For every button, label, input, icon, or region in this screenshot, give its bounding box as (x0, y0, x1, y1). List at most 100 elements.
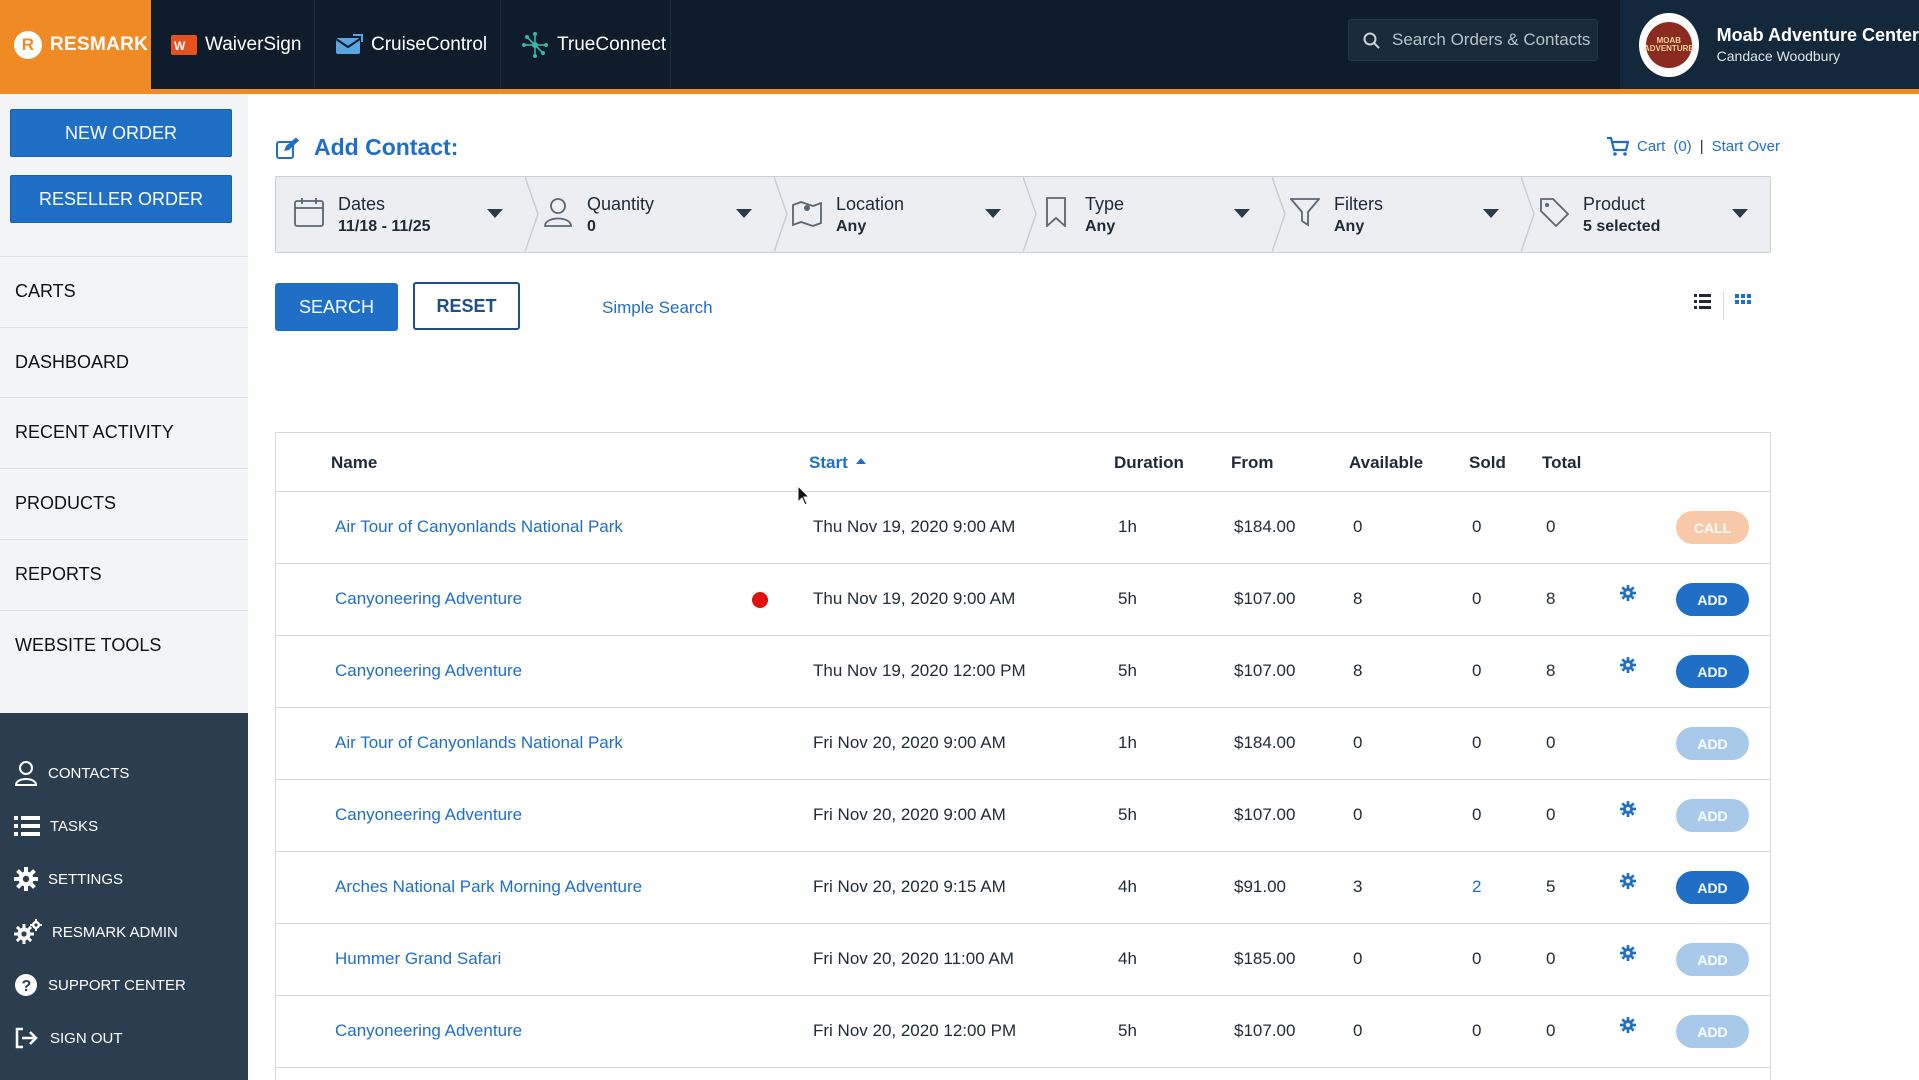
product-name-link[interactable]: Air Tour of Canyonlands National Park (335, 517, 623, 537)
global-search-input[interactable] (1392, 30, 1592, 50)
sidebar-item-sign-out[interactable]: SIGN OUT (14, 1023, 123, 1053)
page-title: Add Contact: (276, 134, 458, 161)
column-header-from[interactable]: From (1231, 453, 1274, 473)
sidebar-item-label: TASKS (50, 817, 99, 835)
filter-quantity[interactable]: Quantity 0 (525, 177, 774, 252)
table-row: Arches National Park Morning Adventure Fr… (276, 851, 1770, 924)
sold-cell[interactable]: 2 (1472, 877, 1481, 897)
sidebar-item-reports[interactable]: REPORTS (0, 539, 248, 609)
column-header-duration[interactable]: Duration (1114, 453, 1184, 473)
gear-icon[interactable] (1620, 1017, 1636, 1033)
gear-icon[interactable] (1620, 873, 1636, 889)
filter-location[interactable]: Location Any (774, 177, 1023, 252)
filter-dates[interactable]: Dates 11/18 - 11/25 (276, 177, 525, 252)
sidebar-item-carts[interactable]: CARTS (0, 256, 248, 326)
add-button[interactable]: ADD (1676, 1015, 1749, 1048)
filter-value: Any (1334, 218, 1365, 235)
cruisecontrol-icon (335, 33, 363, 54)
sidebar-item-dashboard[interactable]: DASHBOARD (0, 327, 248, 397)
cart-label[interactable]: Cart (1637, 138, 1665, 155)
gear-icon[interactable] (1620, 945, 1636, 961)
list-icon (14, 816, 40, 836)
gear-icon[interactable] (1620, 657, 1636, 673)
price-cell: $185.00 (1234, 949, 1296, 968)
chevron-down-icon (1483, 209, 1499, 218)
available-cell: 0 (1353, 805, 1363, 824)
account-menu[interactable]: MOAB ADVENTURE Moab Adventure Center Cand… (1620, 0, 1919, 89)
product-name-link[interactable]: Canyoneering Adventure (335, 661, 522, 681)
grid-view-icon[interactable] (1735, 294, 1752, 309)
sidebar-item-website-tools[interactable]: WEBSITE TOOLS (0, 610, 248, 680)
filter-product[interactable]: Product 5 selected (1521, 177, 1770, 252)
call-button[interactable]: CALL (1676, 511, 1749, 544)
filter-value: 11/18 - 11/25 (338, 218, 431, 235)
person-icon (544, 198, 572, 227)
column-header-available[interactable]: Available (1349, 453, 1423, 473)
product-name-link[interactable]: Canyoneering Adventure (335, 1021, 522, 1041)
filter-type[interactable]: Type Any (1023, 177, 1272, 252)
add-button[interactable]: ADD (1676, 655, 1749, 688)
column-header-sold[interactable]: Sold (1469, 453, 1506, 473)
available-cell: 8 (1353, 589, 1363, 608)
total-cell: 0 (1546, 949, 1556, 968)
status-dot-icon (752, 592, 768, 608)
waiversign-icon: W (171, 34, 197, 55)
start-time-cell: Fri Nov 20, 2020 9:15 AM (813, 877, 1006, 896)
reseller-order-button[interactable]: RESELLER ORDER (10, 175, 232, 223)
avatar: MOAB ADVENTURE (1639, 12, 1699, 77)
list-view-icon[interactable] (1694, 294, 1711, 309)
app-tab-waiversign[interactable]: W WaiverSign (151, 0, 315, 89)
app-tab-trueconnect[interactable]: TrueConnect (501, 0, 671, 89)
duration-cell: 5h (1118, 805, 1137, 824)
reset-button[interactable]: RESET (413, 282, 520, 330)
search-button[interactable]: SEARCH (275, 283, 398, 331)
product-name-link[interactable]: Canyoneering Adventure (335, 589, 522, 609)
sidebar-item-contacts[interactable]: CONTACTS (14, 758, 129, 788)
total-cell: 0 (1546, 733, 1556, 752)
add-button[interactable]: ADD (1676, 871, 1749, 904)
view-toggle-divider (1723, 292, 1724, 320)
gear-icon[interactable] (1620, 801, 1636, 817)
map-icon (792, 201, 822, 227)
chevron-down-icon (1732, 209, 1748, 218)
filter-filters[interactable]: Filters Any (1272, 177, 1521, 252)
app-tab-cruisecontrol[interactable]: CruiseControl (315, 0, 501, 89)
start-over-link[interactable]: Start Over (1712, 138, 1780, 155)
price-cell: $107.00 (1234, 661, 1296, 680)
duration-cell: 4h (1118, 877, 1137, 896)
add-button[interactable]: ADD (1676, 583, 1749, 616)
column-header-start[interactable]: Start (809, 453, 866, 473)
new-order-button[interactable]: NEW ORDER (10, 109, 232, 157)
column-header-name[interactable]: Name (331, 453, 377, 473)
available-cell: 0 (1353, 733, 1363, 752)
product-name-link[interactable]: Arches National Park Morning Adventure (335, 877, 642, 897)
filter-label: Product (1583, 194, 1646, 214)
product-name-link[interactable]: Air Tour of Canyonlands National Park (335, 733, 623, 753)
sidebar-item-settings[interactable]: SETTINGS (14, 864, 123, 894)
add-button[interactable]: ADD (1676, 727, 1749, 760)
add-button[interactable]: ADD (1676, 943, 1749, 976)
simple-search-link[interactable]: Simple Search (602, 298, 713, 318)
chevron-down-icon (736, 209, 752, 218)
sold-cell: 0 (1472, 589, 1482, 608)
column-header-total[interactable]: Total (1542, 453, 1581, 473)
global-search[interactable] (1348, 19, 1598, 61)
sidebar-item-resmark-admin[interactable]: RESMARK ADMIN (14, 917, 178, 947)
add-button[interactable]: ADD (1676, 799, 1749, 832)
start-time-cell: Fri Nov 20, 2020 9:00 AM (813, 805, 1006, 824)
product-name-link[interactable]: Canyoneering Adventure (335, 805, 522, 825)
funnel-icon (1290, 198, 1320, 227)
filter-label: Dates (338, 194, 386, 214)
app-tab-label: WaiverSign (205, 33, 302, 55)
gear-icon[interactable] (1620, 585, 1636, 601)
sidebar-item-tasks[interactable]: TASKS (14, 811, 98, 841)
svg-text:W: W (174, 39, 186, 53)
product-name-link[interactable]: Hummer Grand Safari (335, 949, 501, 969)
sidebar-item-products[interactable]: PRODUCTS (0, 468, 248, 538)
resmark-brand[interactable]: R RESMARK (0, 0, 151, 89)
total-cell: 0 (1546, 1021, 1556, 1040)
sidebar-item-recent-activity[interactable]: RECENT ACTIVITY (0, 397, 248, 467)
sidebar-item-support-center[interactable]: ? SUPPORT CENTER (14, 970, 186, 1000)
total-cell: 8 (1546, 661, 1556, 680)
cart-link[interactable]: Cart (0) | Start Over (1607, 137, 1780, 156)
